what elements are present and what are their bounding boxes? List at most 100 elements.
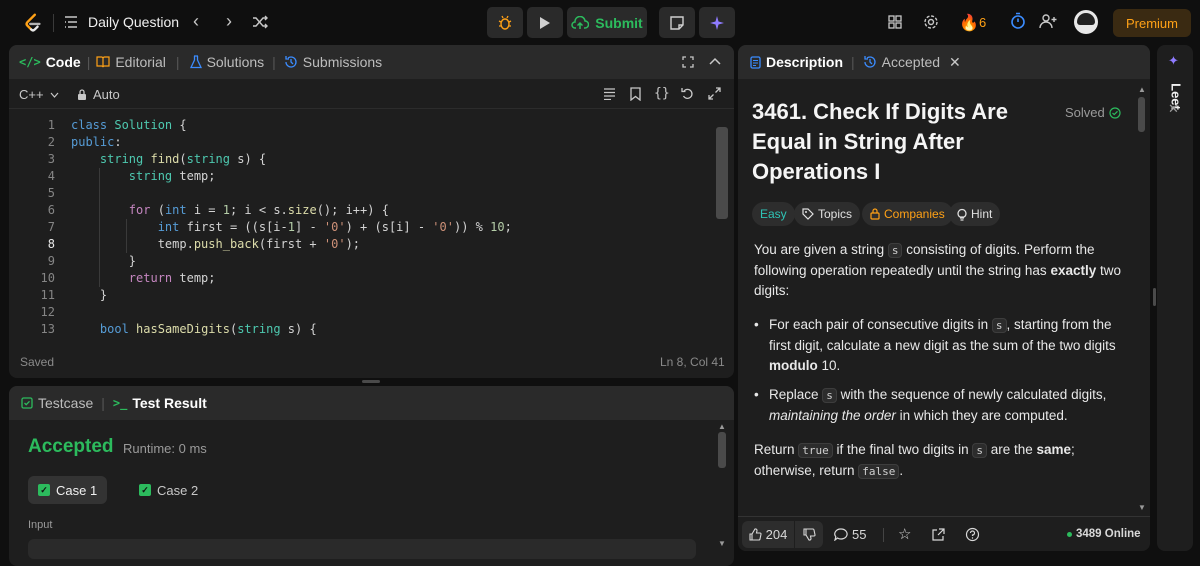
tab-submissions[interactable]: Submissions (284, 54, 382, 70)
scroll-up-icon[interactable]: ▲ (718, 422, 726, 431)
tab-description[interactable]: Description (750, 54, 843, 70)
tab-solutions[interactable]: Solutions (189, 54, 264, 70)
save-status: Saved (20, 355, 55, 369)
terminal-icon: >_ (112, 396, 128, 410)
favorite-star-icon[interactable]: ☆ (898, 525, 911, 543)
avatar[interactable] (1074, 10, 1098, 34)
expand-icon[interactable] (708, 87, 721, 100)
bookmark-icon[interactable] (630, 87, 641, 101)
notes-button[interactable] (659, 7, 695, 38)
check-icon: ✓ (139, 484, 151, 496)
like-button[interactable]: 204 (742, 521, 794, 548)
tab-testcase[interactable]: Testcase (21, 395, 93, 411)
check-circle-icon (1109, 106, 1121, 119)
code-text: bool hasSameDigits(string s) { (99, 322, 317, 336)
cloud-upload-icon (571, 15, 590, 29)
description-scrollbar[interactable] (1138, 97, 1145, 132)
problem-list-title[interactable]: Daily Question (88, 14, 179, 30)
share-icon[interactable] (931, 528, 945, 542)
scroll-up-icon[interactable]: ▲ (1138, 85, 1146, 94)
tab-editorial[interactable]: Editorial (96, 54, 166, 70)
ai-button[interactable] (699, 7, 735, 38)
close-tab-icon[interactable]: ✕ (949, 54, 961, 71)
timer-icon[interactable] (1010, 12, 1026, 30)
tag-icon (802, 208, 814, 220)
streak-count: 6 (979, 15, 987, 30)
code-icon: </> (19, 55, 41, 69)
note-icon (670, 15, 684, 30)
case-2-button[interactable]: ✓ Case 2 (129, 476, 208, 504)
submit-button[interactable]: Submit (567, 7, 647, 38)
topics-chip[interactable]: Topics (794, 202, 861, 226)
braces-icon[interactable]: {} (654, 86, 670, 101)
streak-flame-icon[interactable]: 🔥 (959, 13, 979, 33)
dislike-button[interactable] (795, 521, 823, 548)
add-friend-icon[interactable] (1039, 13, 1057, 29)
premium-button[interactable]: Premium (1113, 9, 1191, 37)
scroll-down-icon[interactable]: ▼ (1138, 503, 1146, 512)
leetcode-logo-icon[interactable] (22, 12, 44, 34)
description-footer: 204 55 ☆ 3489 Online (738, 516, 1150, 551)
code-text: } (71, 254, 137, 268)
line-number: 3 (47, 152, 55, 166)
code-text: } (71, 288, 108, 302)
paragraph-intro: You are given a string s consisting of d… (754, 242, 1121, 298)
collapse-chevron-icon[interactable] (709, 57, 721, 65)
comments-button[interactable]: 55 (834, 527, 866, 542)
close-side-icon[interactable]: ✕ (1168, 101, 1179, 117)
history-icon (864, 56, 876, 68)
language-select[interactable]: C++ (19, 87, 59, 102)
run-button[interactable] (527, 7, 563, 38)
code-text: int first = ((s[i-1] - '0') + (s[i] - '0… (157, 220, 512, 234)
tab-test-result[interactable]: >_ Test Result (113, 395, 207, 411)
online-status: 3489 Online (1067, 528, 1141, 540)
difficulty-badge: Easy (752, 202, 795, 226)
vertical-resize-handle[interactable] (362, 380, 380, 383)
tab-accepted[interactable]: Accepted ✕ (863, 54, 961, 71)
bug-icon (498, 15, 512, 30)
code-text: public: (71, 135, 122, 149)
problem-list-icon[interactable] (64, 15, 78, 29)
case-1-button[interactable]: ✓ Case 1 (28, 476, 108, 504)
tab-divider: | (851, 54, 855, 70)
footer-divider (883, 528, 884, 542)
prev-question-icon[interactable]: ‹ (193, 11, 199, 32)
runtime: Runtime: 0 ms (123, 441, 207, 456)
tab-divider: | (272, 54, 276, 70)
play-icon (540, 16, 550, 29)
solved-label: Solved (1065, 105, 1105, 120)
companies-chip[interactable]: Companies (862, 202, 953, 226)
language-label: C++ (19, 87, 44, 102)
settings-gear-icon[interactable] (923, 14, 939, 30)
companies-label: Companies (884, 207, 945, 221)
scroll-down-icon[interactable]: ▼ (718, 539, 726, 548)
divider (53, 14, 54, 32)
test-scrollbar[interactable] (718, 432, 726, 468)
format-lines-icon[interactable] (603, 88, 616, 100)
editor-scrollbar[interactable] (716, 127, 728, 219)
autocomplete-toggle[interactable]: Auto (77, 87, 120, 102)
tab-code[interactable]: </> Code (19, 54, 81, 70)
reset-icon[interactable] (681, 87, 694, 100)
code-editor[interactable]: 1 class Solution { 2 public: 3 string find… (9, 117, 734, 337)
thumbs-down-icon (802, 528, 816, 541)
horizontal-resize-handle[interactable] (1153, 288, 1156, 306)
code-text: string temp; (128, 169, 216, 183)
debug-button[interactable] (487, 7, 523, 38)
help-question-icon[interactable] (965, 527, 980, 542)
chevron-down-icon (50, 92, 59, 98)
hint-chip[interactable]: Hint (949, 202, 1001, 226)
run-toolbar: Submit (487, 7, 735, 38)
next-question-icon[interactable]: › (226, 11, 232, 32)
code-text: return temp; (128, 271, 216, 285)
line-number: 8 (47, 237, 55, 251)
shuffle-icon[interactable] (252, 15, 268, 29)
line-number: 11 (40, 288, 55, 302)
checkbox-icon (21, 397, 33, 409)
indent-guide (99, 168, 100, 287)
sparkle-icon[interactable]: ✦ (1168, 53, 1179, 69)
description-panel-header: Description | Accepted ✕ (738, 45, 1150, 79)
fullscreen-icon[interactable] (682, 56, 694, 68)
layout-icon[interactable] (888, 15, 902, 29)
book-icon (96, 56, 110, 68)
